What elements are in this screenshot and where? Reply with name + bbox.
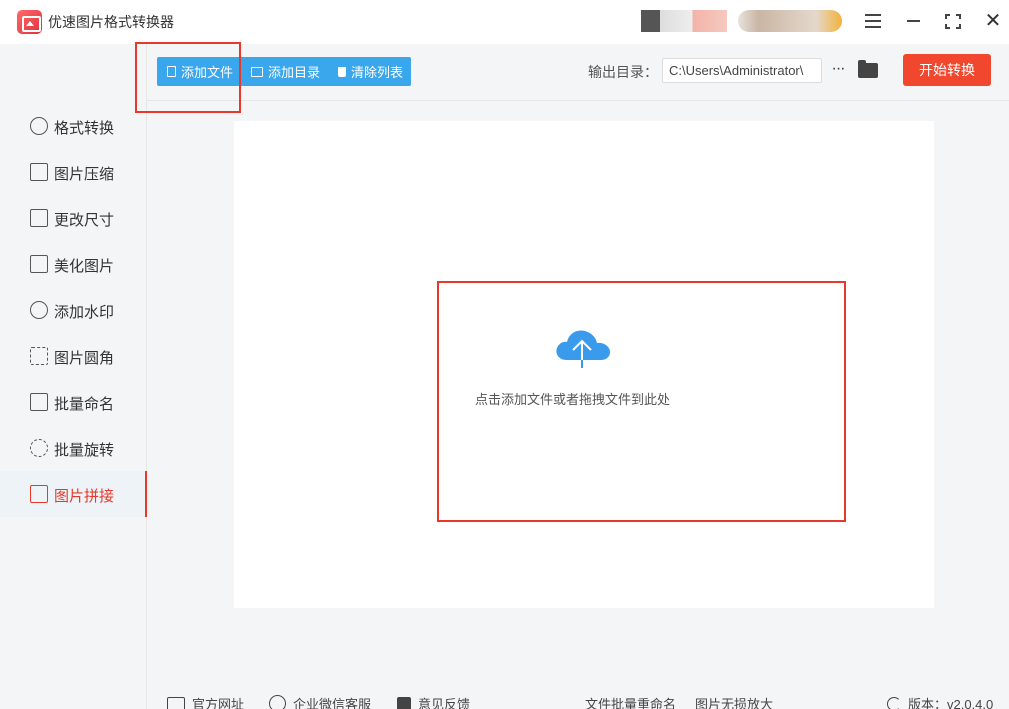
sidebar-item-label: 批量命名 — [54, 396, 115, 413]
resize-icon — [30, 209, 48, 227]
upscale-link[interactable]: 图片无损放大 — [695, 694, 773, 709]
sidebar-item-label: 格式转换 — [54, 120, 115, 137]
sidebar-item-label: 添加水印 — [54, 304, 115, 321]
output-dir-input[interactable] — [662, 58, 822, 83]
start-convert-button[interactable]: 开始转换 — [903, 54, 991, 86]
maximize-icon[interactable] — [940, 8, 966, 34]
wechat-service-link[interactable]: 企业微信客服 — [269, 694, 371, 709]
trash-icon — [338, 66, 347, 77]
sidebar-item-label: 图片压缩 — [54, 166, 115, 183]
app-title: 优速图片格式转换器 — [48, 14, 174, 30]
app-logo-icon — [17, 10, 42, 34]
open-folder-icon[interactable] — [858, 60, 878, 78]
sidebar-item-compress[interactable]: 图片压缩 — [0, 149, 146, 195]
feedback-icon — [397, 696, 411, 709]
refresh-icon — [887, 696, 901, 709]
sidebar-item-label: 更改尺寸 — [54, 212, 115, 229]
sidebar-item-stitch[interactable]: 图片拼接 — [0, 471, 147, 517]
sidebar-item-rename[interactable]: 批量命名 — [0, 379, 146, 425]
website-label: 官方网址 — [192, 697, 245, 709]
wechat-icon — [269, 695, 286, 709]
menu-icon[interactable] — [860, 8, 886, 34]
sidebar-item-watermark[interactable]: 添加水印 — [0, 287, 146, 333]
website-link[interactable]: 官方网址 — [167, 694, 244, 709]
add-file-label: 添加文件 — [181, 65, 234, 80]
add-folder-label: 添加目录 — [268, 65, 321, 80]
footer-bar: 官方网址 企业微信客服 意见反馈 文件批量重命名 图片无损放大 版本：v2.0.… — [147, 686, 1009, 709]
sidebar-item-beautify[interactable]: 美化图片 — [0, 241, 146, 287]
main-area: 点击添加文件或者拖拽文件到此处 — [147, 101, 1009, 686]
user-avatar-blurred[interactable] — [641, 10, 727, 32]
compress-icon — [30, 163, 48, 181]
drop-hint: 点击添加文件或者拖拽文件到此处 — [475, 392, 671, 407]
user-name-blurred[interactable] — [738, 10, 842, 32]
beautify-icon — [30, 255, 48, 273]
feedback-link[interactable]: 意见反馈 — [397, 694, 470, 709]
clear-list-label: 清除列表 — [351, 65, 404, 80]
feedback-label: 意见反馈 — [418, 697, 471, 709]
browse-more-icon[interactable]: ··· — [828, 58, 848, 83]
output-dir-label: 输出目录： — [588, 64, 658, 80]
watermark-icon — [30, 301, 48, 319]
minimize-icon[interactable] — [900, 8, 926, 34]
batch-rename-link[interactable]: 文件批量重命名 — [585, 694, 676, 709]
wechat-label: 企业微信客服 — [293, 697, 372, 709]
rotate-icon — [30, 439, 48, 457]
close-icon[interactable]: ✕ — [980, 8, 1006, 34]
sidebar-item-format-convert[interactable]: 格式转换 — [0, 103, 146, 149]
sidebar-item-resize[interactable]: 更改尺寸 — [0, 195, 146, 241]
rounded-corner-icon — [30, 347, 48, 365]
clear-list-button[interactable]: 清除列表 — [328, 57, 411, 86]
file-icon — [167, 66, 176, 77]
sidebar-item-label: 图片圆角 — [54, 350, 115, 367]
drop-zone[interactable]: 点击添加文件或者拖拽文件到此处 — [437, 281, 848, 521]
version-info[interactable]: 版本：v2.0.4.0 — [887, 694, 993, 709]
toolbar: 添加文件 添加目录 清除列表 输出目录： ··· 开始转换 — [147, 44, 1009, 101]
sidebar-item-label: 图片拼接 — [54, 488, 115, 505]
sidebar-item-label: 美化图片 — [54, 258, 115, 275]
add-file-button[interactable]: 添加文件 — [157, 57, 241, 86]
cloud-upload-icon — [556, 330, 610, 368]
website-icon — [167, 696, 185, 709]
format-convert-icon — [30, 117, 48, 135]
version-label: 版本：v2.0.4.0 — [908, 697, 994, 709]
file-list-panel[interactable]: 点击添加文件或者拖拽文件到此处 — [234, 121, 934, 608]
rename-icon — [30, 393, 48, 411]
sidebar-item-rounded-corner[interactable]: 图片圆角 — [0, 333, 146, 379]
title-bar: 优速图片格式转换器 ✕ — [0, 0, 1009, 44]
add-folder-button[interactable]: 添加目录 — [241, 57, 328, 86]
folder-outline-icon — [251, 66, 264, 77]
file-button-group: 添加文件 添加目录 清除列表 — [157, 57, 412, 86]
sidebar: 格式转换 图片压缩 更改尺寸 美化图片 添加水印 图片圆角 批量命名 批量旋转 … — [0, 44, 147, 709]
sidebar-item-label: 批量旋转 — [54, 442, 115, 459]
stitch-icon — [30, 485, 48, 503]
sidebar-item-rotate[interactable]: 批量旋转 — [0, 425, 146, 471]
